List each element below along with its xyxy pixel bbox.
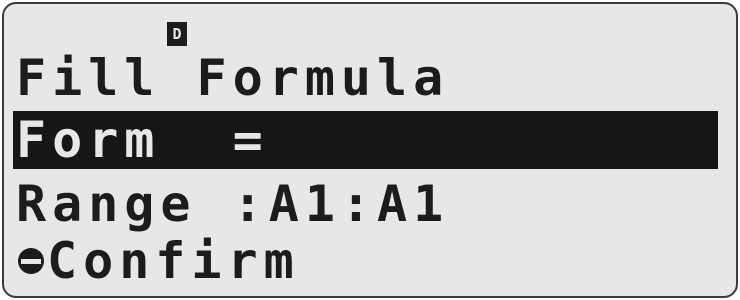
status-indicator: D (167, 22, 187, 46)
form-row[interactable]: Form = (13, 111, 718, 169)
lcd-screen: D Fill Formula Form = Range :A1:A1 Confi… (2, 2, 738, 298)
menu-title: Fill Formula (4, 49, 736, 107)
confirm-key-icon (18, 248, 44, 274)
range-row-text: Range :A1:A1 (16, 175, 450, 233)
status-indicator-letter: D (172, 24, 182, 43)
confirm-option[interactable]: Confirm (4, 232, 736, 290)
range-row[interactable]: Range :A1:A1 (4, 175, 736, 233)
form-row-text: Form = (16, 111, 269, 169)
confirm-label: Confirm (47, 232, 300, 290)
menu-title-text: Fill Formula (16, 49, 450, 107)
